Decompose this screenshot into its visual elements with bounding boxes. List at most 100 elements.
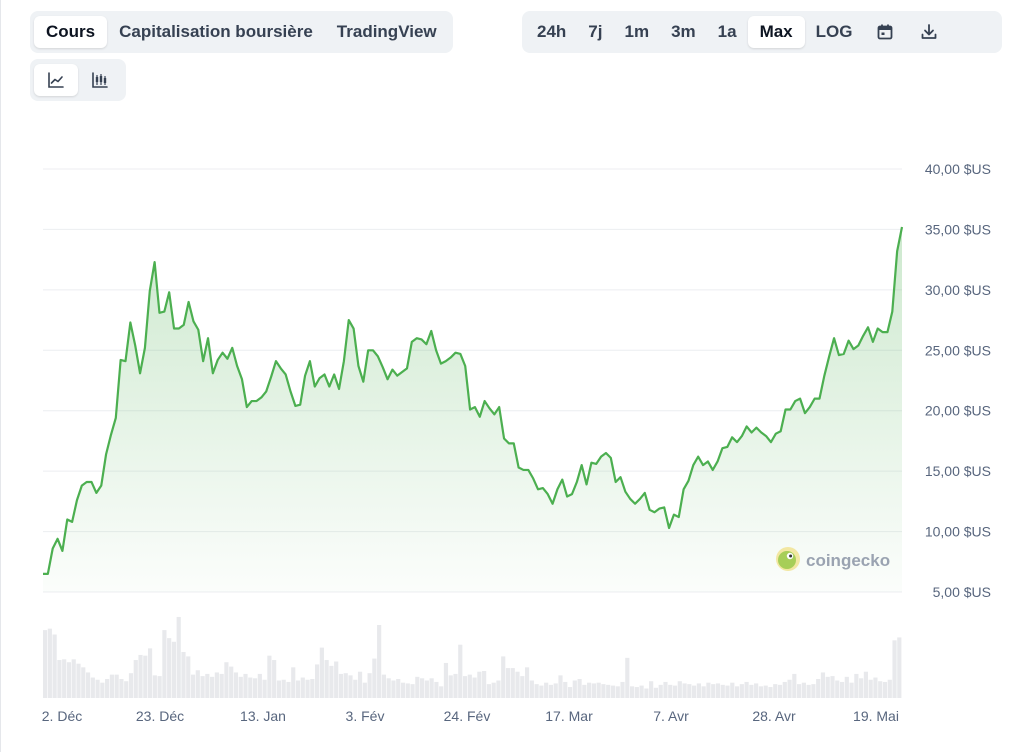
volume-bar	[749, 684, 754, 698]
volume-bar	[420, 678, 425, 698]
volume-bar	[892, 640, 897, 698]
volume-bar	[839, 681, 845, 698]
volume-bar	[295, 680, 301, 698]
volume-bar	[415, 676, 420, 698]
x-tick-label: 17. Mar	[545, 708, 593, 724]
volume-bar	[324, 660, 329, 698]
volume-bar	[587, 682, 592, 698]
volume-bar	[758, 686, 764, 698]
volume-bar	[286, 681, 291, 698]
volume-bar	[224, 662, 229, 698]
volume-bar	[276, 680, 282, 698]
x-tick-label: 28. Avr	[752, 708, 796, 724]
y-tick-label: 25,00 $US	[925, 342, 991, 358]
volume-bar	[458, 644, 463, 698]
volume-bar	[582, 684, 587, 698]
volume-bar	[167, 638, 172, 698]
volume-bar	[501, 656, 506, 698]
volume-bar	[491, 682, 496, 698]
price-chart[interactable]: 40,00 $US 35,00 $US 30,00 $US 25,00 $US 20,0…	[0, 0, 1024, 752]
volume-bar	[243, 673, 248, 698]
volume-bar	[472, 677, 477, 698]
y-tick-label: 30,00 $US	[925, 282, 991, 298]
volume-bar	[362, 682, 367, 698]
volume-bar	[367, 673, 372, 698]
volume-bar	[305, 679, 310, 698]
volume-bar	[544, 682, 549, 698]
volume-bar	[176, 616, 181, 698]
volume-bar	[152, 675, 157, 698]
volume-bar	[649, 681, 654, 698]
volume-bar	[816, 679, 821, 698]
volume-bar	[329, 665, 334, 698]
volume-bar	[162, 630, 167, 698]
volume-bar	[267, 655, 272, 698]
volume-bar	[553, 683, 558, 698]
volume-bar	[739, 684, 744, 698]
volume-bar	[548, 684, 554, 698]
volume-bar	[85, 672, 91, 698]
coingecko-watermark: coingecko	[776, 547, 890, 571]
x-tick-label: 2. Déc	[42, 708, 82, 724]
volume-bar	[315, 664, 320, 698]
volume-bar	[272, 660, 277, 698]
volume-bar	[529, 680, 534, 698]
volume-bar	[701, 686, 706, 698]
volume-bar	[439, 686, 444, 698]
volume-bar	[668, 684, 673, 698]
volume-bar	[863, 671, 868, 698]
volume-bar	[396, 679, 401, 698]
volume-bar	[882, 681, 888, 698]
volume-bar	[147, 648, 153, 698]
volume-bar	[706, 682, 711, 698]
volume-bar	[797, 684, 802, 698]
volume-bar	[520, 676, 525, 698]
volume-bar	[429, 678, 434, 698]
volume-bar	[558, 675, 563, 698]
x-tick-label: 13. Jan	[240, 708, 286, 724]
volume-bar	[806, 684, 811, 698]
volume-bar	[663, 681, 668, 698]
volume-bar	[859, 678, 864, 698]
volume-bar	[620, 681, 625, 698]
volume-bar	[133, 660, 138, 698]
volume-bar	[653, 687, 659, 698]
volume-bar	[143, 655, 148, 698]
y-tick-label: 20,00 $US	[925, 403, 991, 419]
volume-bar	[357, 671, 363, 698]
x-tick-label: 3. Fév	[346, 708, 385, 724]
volume-bar	[563, 681, 568, 698]
x-tick-label: 19. Mai	[853, 708, 899, 724]
volume-bar	[644, 688, 649, 698]
volume-bar	[773, 684, 778, 698]
volume-bar	[763, 685, 768, 698]
volume-bar	[372, 658, 377, 698]
volume-bar	[801, 682, 806, 698]
volume-bar	[343, 673, 348, 698]
y-tick-label: 15,00 $US	[925, 463, 991, 479]
volume-bar	[849, 682, 854, 698]
volume-bar	[334, 661, 339, 698]
volume-bar	[539, 685, 544, 698]
volume-bar	[434, 681, 439, 698]
y-tick-label: 10,00 $US	[925, 524, 991, 540]
volume-bar	[482, 670, 487, 698]
volume-bar	[820, 672, 826, 698]
volume-bar	[591, 683, 596, 698]
volume-bar	[381, 674, 386, 698]
volume-bar	[377, 625, 382, 698]
volume-bar	[629, 686, 635, 698]
volume-bar	[43, 630, 48, 698]
volume-bar	[214, 672, 219, 698]
volume-bar	[577, 679, 582, 698]
volume-bar	[71, 659, 76, 698]
volume-bar	[496, 680, 501, 698]
volume-bar	[138, 654, 143, 698]
volume-bar	[787, 679, 792, 698]
volume-bar	[57, 660, 62, 698]
volume-bar	[181, 652, 186, 698]
volume-bar	[119, 679, 124, 698]
volume-bar	[233, 672, 239, 698]
volume-bar	[615, 686, 620, 698]
volume-bar	[195, 670, 200, 698]
